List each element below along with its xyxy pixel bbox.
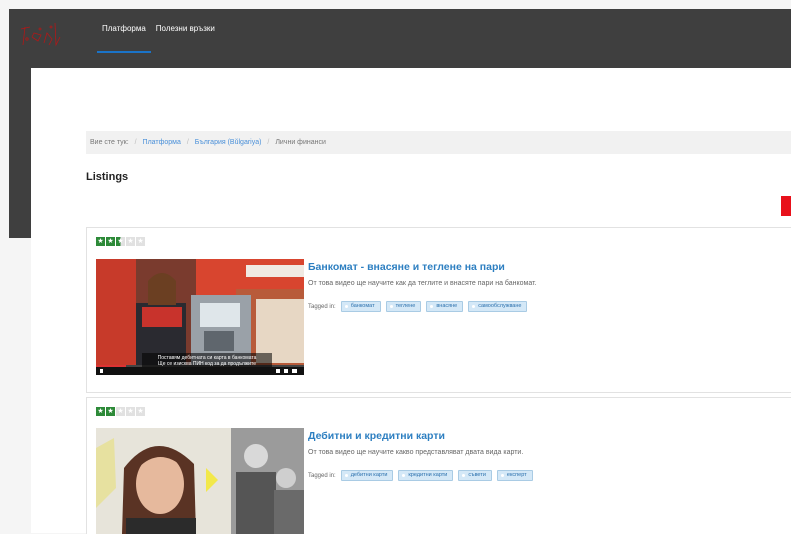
tag-list: Tagged in: дебитни карти кредитни карти … xyxy=(308,470,533,481)
main-nav: Платформа Полезни връзки xyxy=(97,23,220,55)
tagged-in-label: Tagged in: xyxy=(308,472,336,479)
page-title: Listings xyxy=(86,171,129,183)
red-action-button[interactable] xyxy=(781,196,791,216)
star-empty-icon: ★ xyxy=(126,407,135,416)
tag[interactable]: банкомат xyxy=(340,301,381,312)
listing-description: От това видео ще научите как да теглите … xyxy=(308,280,537,287)
breadcrumb-prefix: Вие сте тук: xyxy=(90,139,129,146)
rating-stars: ★ ★ ★ ★ ★ xyxy=(96,407,145,416)
breadcrumb-link-bulgaria[interactable]: България (Bŭlgariya) xyxy=(195,139,262,146)
tag[interactable]: кредитни карти xyxy=(398,470,454,481)
star-empty-icon: ★ xyxy=(116,407,125,416)
breadcrumb-separator: / xyxy=(134,139,137,146)
tag[interactable]: теглене xyxy=(385,301,422,312)
star-empty-icon: ★ xyxy=(126,237,135,246)
tag[interactable]: съвети xyxy=(458,470,492,481)
tagged-in-label: Tagged in: xyxy=(308,303,336,310)
star-half-icon: ★ xyxy=(116,237,125,246)
listing-card: ★ ★ ★ ★ ★ Дебитни и кредитни карти От то… xyxy=(86,397,791,534)
tag[interactable]: експерт xyxy=(496,470,533,481)
breadcrumb-current: Лични финанси xyxy=(275,139,326,146)
nav-item-platform[interactable]: Платформа xyxy=(97,23,151,55)
tag[interactable]: самообслужване xyxy=(468,301,528,312)
listing-title-link[interactable]: Дебитни и кредитни карти xyxy=(308,430,445,442)
star-icon: ★ xyxy=(96,237,105,246)
tag[interactable]: дебитни карти xyxy=(340,470,394,481)
left-dark-band xyxy=(9,68,31,238)
video-thumbnail[interactable]: Поставям дебитната си карта в банкомата … xyxy=(96,259,304,375)
rating-stars: ★ ★ ★ ★ ★ xyxy=(96,237,145,246)
breadcrumb: Вие сте тук: / Платформа / България (Bŭl… xyxy=(86,131,791,154)
listing-title-link[interactable]: Банкомат - внасяне и теглене на пари xyxy=(308,261,505,273)
breadcrumb-link-platform[interactable]: Платформа xyxy=(143,139,181,146)
tag[interactable]: внасяне xyxy=(426,301,464,312)
star-empty-icon: ★ xyxy=(136,407,145,416)
star-empty-icon: ★ xyxy=(136,237,145,246)
breadcrumb-separator: / xyxy=(186,139,189,146)
video-subtitle: Ще се изисква ПИН код за да продължите xyxy=(158,361,256,367)
top-navbar: Платформа Полезни връзки xyxy=(9,9,791,68)
star-icon: ★ xyxy=(106,237,115,246)
nav-item-useful-links[interactable]: Полезни връзки xyxy=(151,23,220,55)
video-thumbnail[interactable] xyxy=(96,428,304,534)
listing-card: ★ ★ ★ ★ ★ Поставям дебитната си карта в … xyxy=(86,227,791,393)
site-logo[interactable] xyxy=(18,15,64,55)
listing-description: От това видео ще научите какво представл… xyxy=(308,449,524,456)
tag-list: Tagged in: банкомат теглене внасяне само… xyxy=(308,301,528,312)
star-icon: ★ xyxy=(106,407,115,416)
breadcrumb-separator: / xyxy=(267,139,270,146)
star-icon: ★ xyxy=(96,407,105,416)
